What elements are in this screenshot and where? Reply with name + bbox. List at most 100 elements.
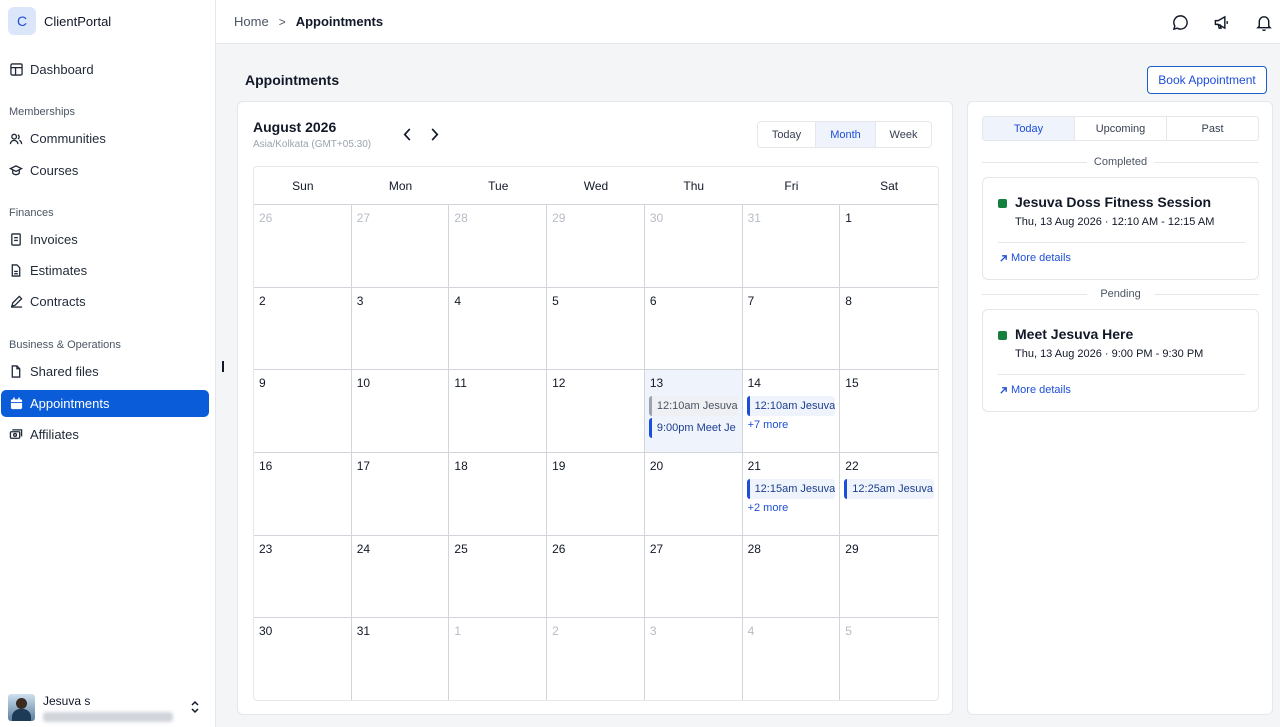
day-cell[interactable]: 5 <box>547 287 645 371</box>
day-cell[interactable]: 12 <box>547 370 645 453</box>
sidebar-item-dashboard[interactable]: Dashboard <box>1 56 209 83</box>
day-cell[interactable]: 6 <box>644 287 743 371</box>
day-cell[interactable]: 21 12:15am Jesuva +2 more <box>742 452 841 536</box>
day-cell[interactable]: 10 <box>351 370 450 453</box>
weekday-header: Mon <box>388 178 413 193</box>
sidebar-item-shared-files[interactable]: Shared files <box>1 358 209 385</box>
day-cell[interactable]: 28 <box>449 205 548 288</box>
day-cell[interactable]: 8 <box>840 288 938 371</box>
appointment-card-pending[interactable]: Meet Jesuva Here Thu, 13 Aug 2026 · 9:00… <box>982 309 1259 412</box>
day-cell[interactable]: 19 <box>547 452 645 536</box>
day-cell[interactable]: 22 12:25am Jesuva <box>840 453 938 536</box>
weekday-header-row: Sun Mon Tue Wed Thu Fri Sat <box>254 167 938 205</box>
more-details-link[interactable]: More details <box>999 252 1071 264</box>
sidebar-item-courses[interactable]: Courses <box>1 157 209 184</box>
status-dot <box>998 199 1007 208</box>
day-cell[interactable]: 30 <box>644 205 743 288</box>
pending-group-label: Pending <box>982 288 1259 300</box>
user-menu[interactable]: Jesuva s <box>0 688 216 727</box>
tab-past[interactable]: Past <box>1167 117 1258 140</box>
day-number: 20 <box>649 458 664 473</box>
sidebar-item-communities[interactable]: Communities <box>1 125 209 152</box>
panel-tabs: Today Upcoming Past <box>982 116 1259 141</box>
day-cell[interactable]: 27 <box>644 535 743 619</box>
day-cell[interactable]: 28 <box>742 535 841 619</box>
day-number: 22 <box>845 458 859 473</box>
view-today-button[interactable]: Today <box>758 122 816 147</box>
view-month-button[interactable]: Month <box>816 122 876 147</box>
day-cell[interactable]: 1 <box>449 618 548 700</box>
sidebar-item-appointments[interactable]: Appointments <box>1 390 209 417</box>
day-cell[interactable]: 2 <box>547 618 645 700</box>
calendar-event[interactable]: 12:10am Jesuva <box>648 396 738 417</box>
chevron-up-down-icon[interactable] <box>190 700 200 719</box>
previous-month-button[interactable] <box>399 126 415 142</box>
status-dot <box>998 331 1007 340</box>
day-cell[interactable]: 4 <box>449 287 548 371</box>
day-cell[interactable]: 27 <box>351 205 450 288</box>
book-appointment-button[interactable]: Book Appointment <box>1147 66 1267 94</box>
megaphone-icon[interactable] <box>1210 11 1234 33</box>
tab-upcoming[interactable]: Upcoming <box>1075 117 1167 140</box>
day-cell[interactable]: 29 <box>547 205 645 288</box>
sidebar-item-estimates[interactable]: Estimates <box>1 257 209 284</box>
day-cell[interactable]: 7 <box>742 287 841 371</box>
day-number: 9 <box>259 376 266 391</box>
dashboard-icon <box>9 63 23 77</box>
day-cell[interactable]: 5 <box>840 618 938 700</box>
sidebar-item-contracts[interactable]: Contracts <box>1 288 209 315</box>
calendar-event[interactable]: 12:10am Jesuva <box>746 396 836 417</box>
appointment-time: Thu, 13 Aug 2026 · 12:10 AM - 12:15 AM <box>1015 216 1215 228</box>
view-week-button[interactable]: Week <box>876 122 931 147</box>
day-cell[interactable]: 18 <box>449 452 548 536</box>
day-cell[interactable]: 26 <box>547 535 645 619</box>
day-cell[interactable]: 1 <box>840 205 938 288</box>
calendar-event[interactable]: 9:00pm Meet Je <box>648 418 738 439</box>
more-details-link[interactable]: More details <box>999 384 1071 396</box>
appointment-card-completed[interactable]: Jesuva Doss Fitness Session Thu, 13 Aug … <box>982 177 1259 280</box>
sidebar-item-affiliates[interactable]: Affiliates <box>1 421 209 448</box>
next-month-button[interactable] <box>426 126 442 142</box>
money-icon <box>9 428 23 442</box>
day-cell[interactable]: 16 <box>254 452 352 536</box>
breadcrumb-home[interactable]: Home <box>234 14 269 29</box>
day-cell[interactable]: 11 <box>449 370 548 453</box>
more-events-link[interactable]: +7 more <box>747 419 836 431</box>
day-cell[interactable]: 4 <box>743 618 841 700</box>
day-cell[interactable]: 23 <box>254 535 352 619</box>
day-cell[interactable]: 26 <box>254 205 352 288</box>
day-cell[interactable]: 24 <box>351 535 450 619</box>
day-cell[interactable]: 3 <box>351 287 450 371</box>
user-email-redacted <box>43 711 173 722</box>
calendar-event[interactable]: 12:25am Jesuva <box>844 478 934 499</box>
appointment-title: Meet Jesuva Here <box>1015 326 1134 342</box>
day-cell[interactable]: 15 <box>840 370 938 453</box>
brand[interactable]: C ClientPortal <box>0 0 215 42</box>
tab-today[interactable]: Today <box>983 117 1075 140</box>
day-cell[interactable]: 13 12:10am Jesuva 9:00pm Meet Je <box>644 370 743 453</box>
breadcrumb-separator: > <box>278 14 286 29</box>
bell-icon[interactable] <box>1252 11 1276 33</box>
day-number: 19 <box>552 458 566 473</box>
day-cell[interactable]: 17 <box>351 452 450 536</box>
day-cell[interactable]: 31 <box>352 618 450 700</box>
day-number: 17 <box>356 458 371 473</box>
day-number: 7 <box>747 293 755 308</box>
calendar-event[interactable]: 12:15am Jesuva <box>746 478 836 499</box>
more-events-link[interactable]: +2 more <box>747 502 836 514</box>
day-number: 11 <box>454 376 467 391</box>
day-cell[interactable]: 3 <box>645 618 743 700</box>
top-bar: Home > Appointments <box>216 0 1280 44</box>
day-cell[interactable]: 30 <box>254 618 352 700</box>
chat-icon[interactable] <box>1168 11 1192 33</box>
day-cell[interactable]: 9 <box>254 370 352 453</box>
day-cell[interactable]: 25 <box>449 535 548 619</box>
weekday-header: Tue <box>488 178 509 193</box>
day-cell[interactable]: 2 <box>254 287 352 371</box>
users-icon <box>9 132 23 146</box>
day-cell[interactable]: 20 <box>644 452 743 536</box>
day-cell[interactable]: 14 12:10am Jesuva +7 more <box>742 370 841 453</box>
day-cell[interactable]: 31 <box>742 205 841 288</box>
sidebar-item-invoices[interactable]: Invoices <box>1 226 209 253</box>
day-cell[interactable]: 29 <box>840 536 938 619</box>
